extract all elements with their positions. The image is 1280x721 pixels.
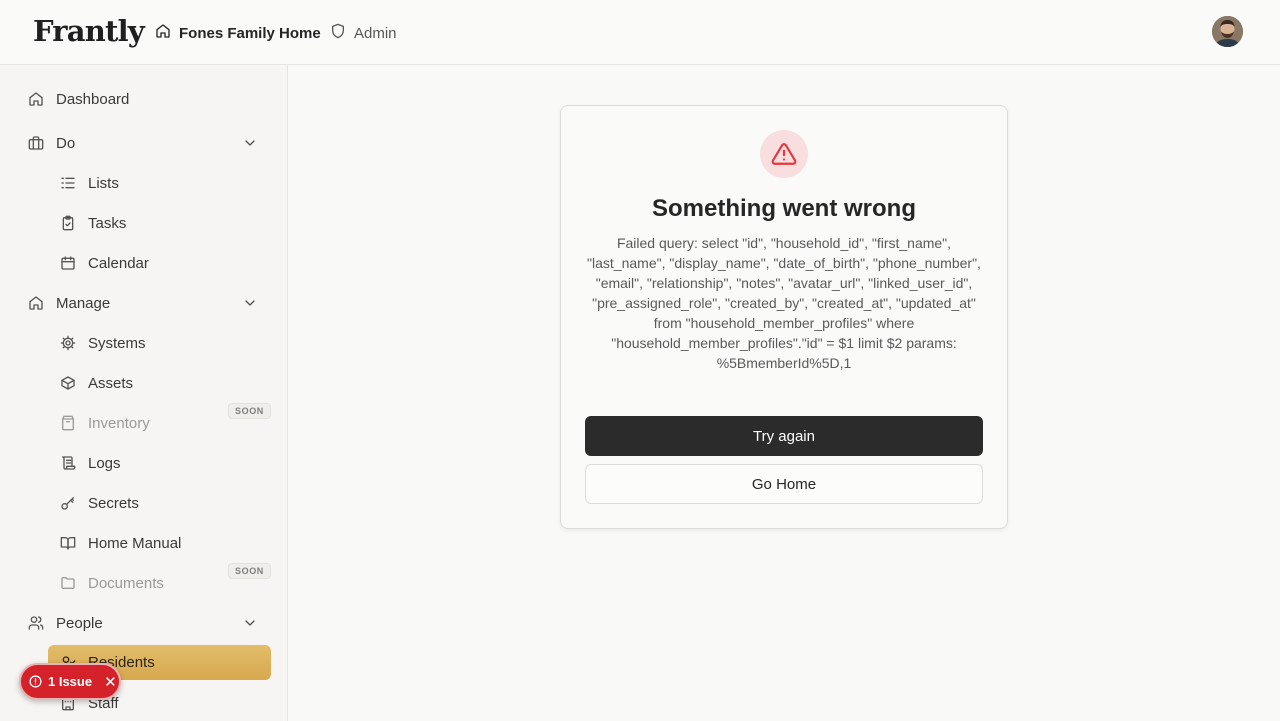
breadcrumb-admin[interactable]: Admin	[330, 23, 397, 43]
home-icon	[155, 23, 171, 43]
breadcrumb-household[interactable]: Fones Family Home	[155, 23, 321, 43]
sidebar-item-secrets[interactable]: Secrets	[60, 485, 270, 521]
sidebar-item-label: Tasks	[88, 214, 127, 232]
error-card: Something went wrong Failed query: selec…	[560, 105, 1008, 529]
sidebar-item-label: Systems	[88, 334, 146, 352]
sidebar-item-home-manual[interactable]: Home Manual	[60, 525, 270, 561]
users-icon	[28, 615, 44, 631]
issue-indicator[interactable]: 1 Issue ✕	[19, 663, 121, 700]
soon-badge: SOON	[228, 563, 271, 579]
sidebar-item-systems[interactable]: Systems	[60, 325, 270, 361]
user-avatar[interactable]	[1212, 16, 1243, 47]
folder-icon	[60, 575, 76, 591]
sidebar-group-do[interactable]: Do	[28, 125, 268, 161]
sidebar-item-label: Lists	[88, 174, 119, 192]
sidebar-item-label: Inventory	[88, 414, 150, 432]
app-logo[interactable]: Frantly	[33, 14, 145, 48]
chevron-down-icon[interactable]	[242, 615, 258, 631]
sidebar-item-calendar[interactable]: Calendar	[60, 245, 270, 281]
sidebar-item-tasks[interactable]: Tasks	[60, 205, 270, 241]
sidebar-item-label: Secrets	[88, 494, 139, 512]
error-title: Something went wrong	[652, 195, 916, 222]
go-home-button[interactable]: Go Home	[585, 464, 983, 504]
sidebar-item-dashboard[interactable]: Dashboard	[28, 81, 268, 117]
scroll-icon	[60, 455, 76, 471]
breadcrumb-household-label: Fones Family Home	[179, 24, 321, 42]
chevron-down-icon[interactable]	[242, 295, 258, 311]
close-icon[interactable]: ✕	[104, 673, 117, 691]
chevron-down-icon[interactable]	[242, 135, 258, 151]
soon-badge: SOON	[228, 403, 271, 419]
sidebar-item-logs[interactable]: Logs	[60, 445, 270, 481]
home-icon	[28, 91, 44, 107]
sidebar-item-label: Do	[56, 134, 76, 152]
archive-icon	[60, 415, 76, 431]
sidebar-item-label: People	[56, 614, 103, 632]
list-icon	[60, 175, 76, 191]
sidebar: Dashboard Do Lists Tasks Calendar Manage…	[0, 65, 288, 721]
sidebar-item-lists[interactable]: Lists	[60, 165, 270, 201]
sidebar-item-label: Assets	[88, 374, 134, 392]
try-again-button[interactable]: Try again	[585, 416, 983, 456]
sidebar-item-label: Manage	[56, 294, 111, 312]
calendar-icon	[60, 255, 76, 271]
key-icon	[60, 495, 76, 511]
sidebar-item-assets[interactable]: Assets	[60, 365, 270, 401]
sidebar-item-label: Documents	[88, 574, 164, 592]
warning-triangle-icon	[771, 143, 797, 165]
warning-badge	[760, 130, 808, 178]
sidebar-item-label: Calendar	[88, 254, 149, 272]
gear-icon	[60, 335, 76, 351]
top-bar: Frantly Fones Family Home Admin	[0, 0, 1280, 65]
sidebar-group-manage[interactable]: Manage	[28, 285, 268, 321]
clipboard-check-icon	[60, 215, 76, 231]
box-icon	[60, 375, 76, 391]
breadcrumb-admin-label: Admin	[354, 24, 397, 42]
alert-circle-icon	[29, 675, 42, 688]
sidebar-item-label: Dashboard	[56, 90, 130, 108]
sidebar-group-people[interactable]: People	[28, 605, 268, 641]
briefcase-icon	[28, 135, 44, 151]
book-icon	[60, 535, 76, 551]
sidebar-item-label: Logs	[88, 454, 121, 472]
shield-icon	[330, 23, 346, 43]
error-message: Failed query: select "id", "household_id…	[587, 235, 981, 371]
sidebar-item-label: Home Manual	[88, 534, 182, 552]
home-icon	[28, 295, 44, 311]
issue-count-label: 1 Issue	[48, 674, 93, 689]
